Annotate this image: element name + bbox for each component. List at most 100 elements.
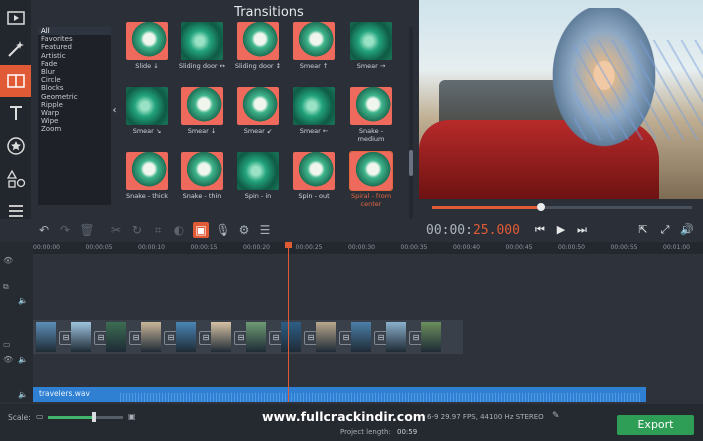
shapes-icon[interactable] <box>0 163 31 195</box>
zoom-out-icon[interactable]: ▭ <box>36 412 44 421</box>
grid-scrollbar-thumb[interactable] <box>409 150 413 176</box>
eye-icon[interactable]: 👁 <box>3 256 13 265</box>
rotate-icon[interactable]: ↻ <box>129 222 145 238</box>
titles-icon[interactable] <box>0 97 31 129</box>
transition-tile[interactable]: Smear ↑ <box>288 22 340 84</box>
transition-label: Snake - thick <box>125 192 169 200</box>
video-track-icon[interactable]: ▭ <box>3 340 11 349</box>
scale-slider-handle[interactable] <box>92 412 96 422</box>
transition-thumbnail <box>293 152 335 190</box>
watermark: www.fullcrackindir.com <box>262 409 426 424</box>
video-clip[interactable] <box>176 322 196 352</box>
audio-waveform <box>120 393 640 402</box>
video-clip[interactable] <box>351 322 371 352</box>
play-icon[interactable]: ▶ <box>552 222 570 238</box>
project-length-label: Project length: <box>340 428 391 436</box>
playhead-handle[interactable] <box>285 242 292 248</box>
category-item[interactable]: Zoom <box>38 125 111 133</box>
transition-tile[interactable]: Spin - out <box>288 152 340 214</box>
category-item[interactable]: Blocks <box>38 84 111 92</box>
category-item[interactable]: Circle <box>38 76 111 84</box>
transition-thumbnail <box>237 87 279 125</box>
transition-tile[interactable]: Slide ↓ <box>121 22 173 84</box>
export-button[interactable]: Export <box>617 415 694 435</box>
transition-label: Smear ↓ <box>187 127 217 135</box>
transitions-icon[interactable] <box>0 65 31 97</box>
seek-handle[interactable] <box>537 203 545 211</box>
category-item[interactable]: Favorites <box>38 35 111 43</box>
ruler-tick-label: 00:00:30 <box>348 244 375 251</box>
transition-tile[interactable]: Spin - in <box>232 152 284 214</box>
category-item[interactable]: Featured <box>38 43 111 51</box>
transition-tile[interactable]: Smear ↙ <box>232 87 284 149</box>
transition-tile[interactable]: Smear ↘ <box>121 87 173 149</box>
overlay-track-icon[interactable]: ⧉ <box>3 282 9 292</box>
ruler-tick-label: 00:00:45 <box>505 244 533 251</box>
video-clip[interactable] <box>71 322 91 352</box>
grid-scrollbar[interactable] <box>409 27 413 222</box>
collapse-icon[interactable]: ‹ <box>110 105 119 131</box>
video-clip[interactable] <box>421 322 441 352</box>
cut-icon[interactable]: ✂ <box>108 222 124 238</box>
audio-clip-name: travelers.wav <box>39 389 90 398</box>
transition-tile[interactable]: Spiral - from center <box>345 151 397 214</box>
next-frame-icon[interactable]: ⏭ <box>573 222 591 238</box>
transition-tile[interactable]: Snake - thin <box>176 152 228 214</box>
category-item[interactable]: Artistic <box>38 52 111 60</box>
eye-icon[interactable]: 👁 <box>3 355 13 364</box>
prev-frame-icon[interactable]: ⏮ <box>531 222 549 238</box>
category-item[interactable]: Wipe <box>38 117 111 125</box>
equalizer-icon[interactable]: ☰ <box>257 222 273 238</box>
category-item[interactable]: Fade <box>38 60 111 68</box>
video-clip[interactable] <box>386 322 406 352</box>
speaker-icon[interactable]: 🔈 <box>18 296 28 305</box>
transition-tile[interactable]: Snake - medium <box>345 87 397 149</box>
category-item[interactable]: Geometric <box>38 93 111 101</box>
category-item[interactable]: Warp <box>38 109 111 117</box>
category-item[interactable]: Blur <box>38 68 111 76</box>
clips-icon[interactable] <box>0 2 31 34</box>
redo-icon[interactable]: ↷ <box>57 222 73 238</box>
microphone-icon[interactable]: 🎙 <box>215 222 231 238</box>
transition-tile[interactable]: Snake - thick <box>121 152 173 214</box>
settings-icon[interactable]: ⚙ <box>236 222 252 238</box>
transition-tile[interactable]: Sliding door ↔ <box>176 22 228 84</box>
color-adjust-icon[interactable]: ◐ <box>171 222 187 238</box>
zoom-in-icon[interactable]: ▣ <box>128 412 136 421</box>
scale-label: Scale: <box>8 413 31 422</box>
transition-thumbnail <box>350 87 392 125</box>
video-clip[interactable] <box>141 322 161 352</box>
transition-thumbnail <box>350 22 392 60</box>
image-icon[interactable]: ▣ <box>193 222 209 238</box>
speaker-icon[interactable]: 🔈 <box>18 390 28 399</box>
export-frame-icon[interactable]: ⇱ <box>634 222 652 238</box>
crop-icon[interactable]: ⌗ <box>150 222 166 238</box>
transition-label: Smear ↑ <box>299 62 329 70</box>
transition-thumbnail <box>237 152 279 190</box>
fullscreen-icon[interactable]: ⤢ <box>656 222 674 238</box>
transition-tile[interactable]: Smear → <box>345 22 397 84</box>
volume-icon[interactable]: 🔊 <box>678 222 696 238</box>
category-item[interactable]: All <box>38 27 111 36</box>
video-clip[interactable] <box>246 322 266 352</box>
transition-tile[interactable]: Smear ↓ <box>176 87 228 149</box>
magic-wand-icon[interactable] <box>0 33 31 65</box>
edit-settings-icon[interactable]: ✎ <box>552 411 560 421</box>
undo-icon[interactable]: ↶ <box>36 222 52 238</box>
tool-sidebar <box>0 0 31 228</box>
category-item[interactable]: Ripple <box>38 101 111 109</box>
video-clip[interactable] <box>281 322 301 352</box>
stickers-icon[interactable] <box>0 130 31 162</box>
speaker-icon[interactable]: 🔈 <box>18 355 28 364</box>
video-clip[interactable] <box>36 322 56 352</box>
delete-icon[interactable]: 🗑 <box>79 222 95 238</box>
playhead[interactable] <box>288 242 289 402</box>
video-clip[interactable] <box>316 322 336 352</box>
transition-label: Smear ← <box>299 127 329 135</box>
timeline-ruler[interactable]: 00:00:00 00:00:05 00:00:10 00:00:15 00:00:20… <box>33 242 703 254</box>
video-clip[interactable] <box>211 322 231 352</box>
transition-tile[interactable]: Smear ← <box>288 87 340 149</box>
transition-tile[interactable]: Sliding door ↕ <box>232 22 284 84</box>
project-length-value: 00:59 <box>397 428 418 436</box>
video-clip[interactable] <box>106 322 126 352</box>
